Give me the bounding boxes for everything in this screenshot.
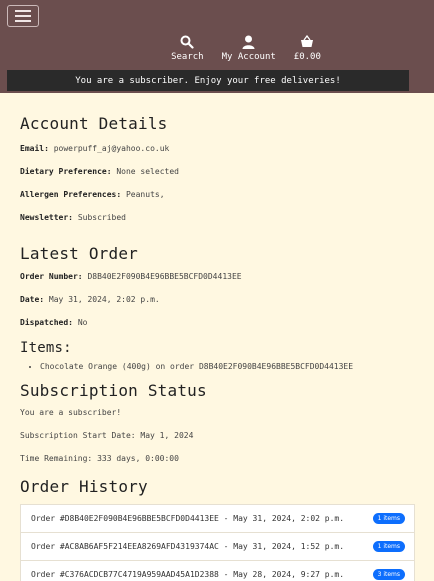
- list-item[interactable]: Order #C376ACDCB77C4719A959AAD45A1D2388 …: [21, 561, 414, 581]
- order-number-value: D8B40E2F090B4E96BBE5BCFD0D4413EE: [87, 272, 242, 281]
- search-icon: [180, 34, 194, 49]
- list-item: Chocolate Orange (400g) on order D8B40E2…: [40, 362, 415, 371]
- diet-label: Dietary Preference:: [20, 167, 112, 176]
- items-count-badge: 1 items: [372, 513, 405, 524]
- email-row: Email: powerpuff_aj@yahoo.co.uk: [20, 143, 415, 155]
- allergen-row: Allergen Preferences: Peanuts,: [20, 189, 415, 201]
- newsletter-row: Newsletter: Subscribed: [20, 212, 415, 224]
- nav-my-account[interactable]: My Account: [222, 34, 276, 62]
- menu-toggle-button[interactable]: [7, 5, 39, 27]
- user-icon: [242, 34, 255, 49]
- dispatched-value: No: [77, 318, 88, 327]
- dispatched-label: Dispatched:: [20, 318, 73, 327]
- order-number-label: Order Number:: [20, 272, 83, 281]
- basket-icon: [300, 34, 314, 49]
- order-history-list: Order #D8B40E2F090B4E96BBE5BCFD0D4413EE …: [20, 504, 415, 581]
- email-label: Email:: [20, 144, 49, 153]
- order-history-heading: Order History: [20, 477, 148, 496]
- order-link[interactable]: Order #AC8AB6AF5F214EEA8269AFD4319374AC …: [31, 542, 344, 551]
- nav-basket[interactable]: £0.00: [294, 34, 321, 62]
- order-date-label: Date:: [20, 295, 45, 304]
- order-date-row: Date: May 31, 2024, 2:02 p.m.: [20, 294, 415, 306]
- order-link[interactable]: Order #C376ACDCB77C4719A959AAD45A1D2388 …: [31, 570, 344, 579]
- subscription-start: Subscription Start Date: May 1, 2024: [20, 431, 194, 440]
- account-details-section: Account Details Email: powerpuff_aj@yaho…: [20, 114, 415, 224]
- subscription-section: Subscription Status You are a subscriber…: [20, 381, 415, 465]
- diet-row: Dietary Preference: None selected: [20, 166, 415, 178]
- diet-value: None selected: [116, 167, 179, 176]
- newsletter-label: Newsletter:: [20, 213, 73, 222]
- order-number-row: Order Number: D8B40E2F090B4E96BBE5BCFD0D…: [20, 271, 415, 283]
- order-link[interactable]: Order #D8B40E2F090B4E96BBE5BCFD0D4413EE …: [31, 514, 344, 523]
- allergen-value: Peanuts,: [125, 190, 165, 199]
- profile-content: Account Details Email: powerpuff_aj@yaho…: [0, 93, 434, 581]
- order-items-list: Chocolate Orange (400g) on order D8B40E2…: [40, 362, 415, 371]
- items-heading: Items:: [20, 340, 72, 356]
- account-details-heading: Account Details: [20, 114, 168, 133]
- list-item[interactable]: Order #D8B40E2F090B4E96BBE5BCFD0D4413EE …: [21, 505, 414, 533]
- newsletter-value: Subscribed: [77, 213, 126, 222]
- items-count-badge: 1 items: [372, 541, 405, 552]
- nav-search[interactable]: Search: [171, 34, 204, 62]
- site-header: Search My Account £0.00 You are a subscr…: [0, 0, 434, 93]
- email-value: powerpuff_aj@yahoo.co.uk: [53, 144, 170, 153]
- nav-search-label: Search: [171, 52, 204, 62]
- subscriber-banner: You are a subscriber. Enjoy your free de…: [7, 70, 409, 91]
- nav-basket-total: £0.00: [293, 52, 321, 62]
- order-date-value: May 31, 2024, 2:02 p.m.: [48, 295, 160, 304]
- hamburger-icon: [15, 10, 31, 12]
- latest-order-heading: Latest Order: [20, 244, 138, 263]
- dispatched-row: Dispatched: No: [20, 317, 415, 329]
- subscription-remaining: Time Remaining: 333 days, 0:00:00: [20, 454, 179, 463]
- list-item[interactable]: Order #AC8AB6AF5F214EEA8269AFD4319374AC …: [21, 533, 414, 561]
- subscription-status: You are a subscriber!: [20, 408, 122, 417]
- main-nav: Search My Account £0.00: [0, 34, 434, 62]
- latest-order-section: Latest Order Order Number: D8B40E2F090B4…: [20, 244, 415, 371]
- nav-my-account-label: My Account: [221, 52, 276, 62]
- order-history-section: Order History Order #D8B40E2F090B4E96BBE…: [20, 477, 415, 581]
- items-count-badge: 3 items: [372, 569, 405, 580]
- allergen-label: Allergen Preferences:: [20, 190, 122, 199]
- subscription-heading: Subscription Status: [20, 381, 207, 400]
